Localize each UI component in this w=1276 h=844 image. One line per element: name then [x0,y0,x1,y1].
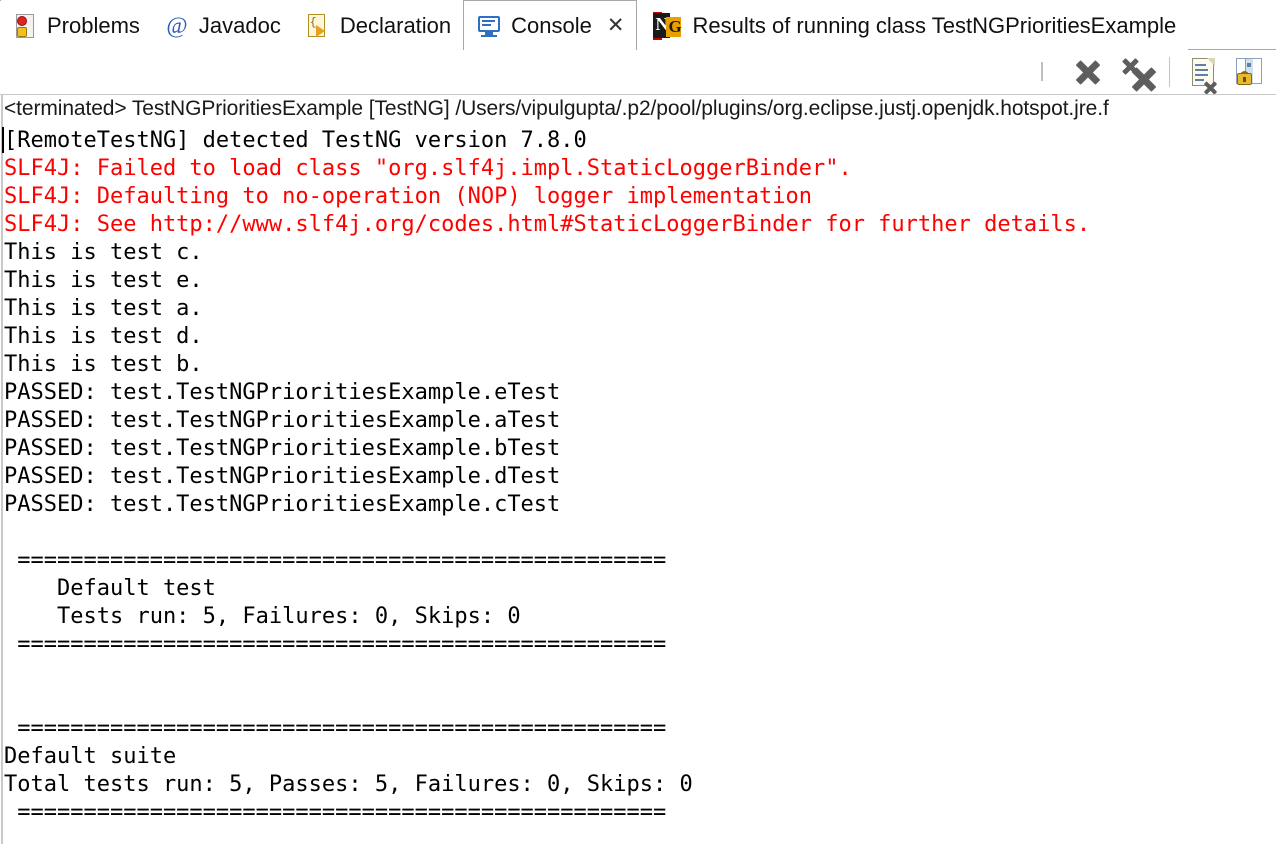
console-toolbar [0,50,1276,94]
problems-icon [12,13,38,39]
close-icon[interactable]: ✕ [607,13,625,38]
console-line: This is test d. [4,323,1276,351]
console-line [4,659,1276,687]
stop-square-icon [1041,63,1043,81]
tab-console[interactable]: Console ✕ [463,0,637,50]
clear-console-icon [1186,55,1212,89]
console-line: Total tests run: 5, Passes: 5, Failures:… [4,771,1276,799]
stop-button[interactable] [1019,52,1065,92]
console-line: ========================================… [4,799,1276,827]
pin-console-lock-icon [1232,55,1258,89]
tab-testng-results[interactable]: N G Results of running class TestNGPrior… [637,1,1188,50]
console-line: SLF4J: Failed to load class "org.slf4j.i… [4,155,1276,183]
console-line: [RemoteTestNG] detected TestNG version 7… [4,127,1276,155]
console-line: Tests run: 5, Failures: 0, Skips: 0 [4,603,1276,631]
view-tab-bar: Problems @ Javadoc { Declaration Console… [0,0,1276,50]
console-line: PASSED: test.TestNGPrioritiesExample.eTe… [4,379,1276,407]
console-output[interactable]: [RemoteTestNG] detected TestNG version 7… [4,127,1276,844]
console-line: PASSED: test.TestNGPrioritiesExample.dTe… [4,463,1276,491]
console-toolbar-group-left [1019,52,1163,92]
clear-console-button[interactable] [1176,52,1222,92]
console-line: This is test a. [4,295,1276,323]
console-left-border [1,95,3,844]
console-line: SLF4J: Defaulting to no-operation (NOP) … [4,183,1276,211]
console-line: This is test c. [4,239,1276,267]
pin-console-button[interactable] [1222,52,1268,92]
console-toolbar-group-right [1176,52,1268,92]
toolbar-separator [1169,57,1170,87]
console-line: PASSED: test.TestNGPrioritiesExample.aTe… [4,407,1276,435]
console-line [4,687,1276,715]
tab-javadoc-label: Javadoc [199,15,281,37]
at-sign-icon: @ [164,13,190,39]
tab-console-label: Console [511,15,592,37]
console-line: PASSED: test.TestNGPrioritiesExample.cTe… [4,491,1276,519]
tab-testng-results-label: Results of running class TestNGPrioritie… [692,15,1176,37]
testng-icon: N G [653,12,683,40]
tab-javadoc[interactable]: @ Javadoc [152,1,293,50]
console-line: ========================================… [4,715,1276,743]
console-icon [476,13,502,39]
console-line: This is test b. [4,351,1276,379]
console-line [4,519,1276,547]
console-line: This is test e. [4,267,1276,295]
console-view[interactable]: <terminated> TestNGPrioritiesExample [Te… [0,94,1276,844]
tab-declaration[interactable]: { Declaration [293,1,463,50]
console-line: ========================================… [4,547,1276,575]
remove-all-terminated-button[interactable] [1111,52,1163,92]
tab-declaration-label: Declaration [340,15,451,37]
console-line: Default test [4,575,1276,603]
console-line: PASSED: test.TestNGPrioritiesExample.bTe… [4,435,1276,463]
tab-problems[interactable]: Problems [0,1,152,50]
terminate-button[interactable] [1065,52,1111,92]
remove-all-terminated-icon [1121,57,1153,87]
console-process-label: <terminated> TestNGPrioritiesExample [Te… [4,97,1109,121]
console-line: ========================================… [4,631,1276,659]
console-line: SLF4J: See http://www.slf4j.org/codes.ht… [4,211,1276,239]
console-line: Default suite [4,743,1276,771]
tab-problems-label: Problems [47,15,140,37]
terminate-x-icon [1074,58,1102,86]
console-top-border [0,94,1276,95]
declaration-icon: { [305,13,331,39]
